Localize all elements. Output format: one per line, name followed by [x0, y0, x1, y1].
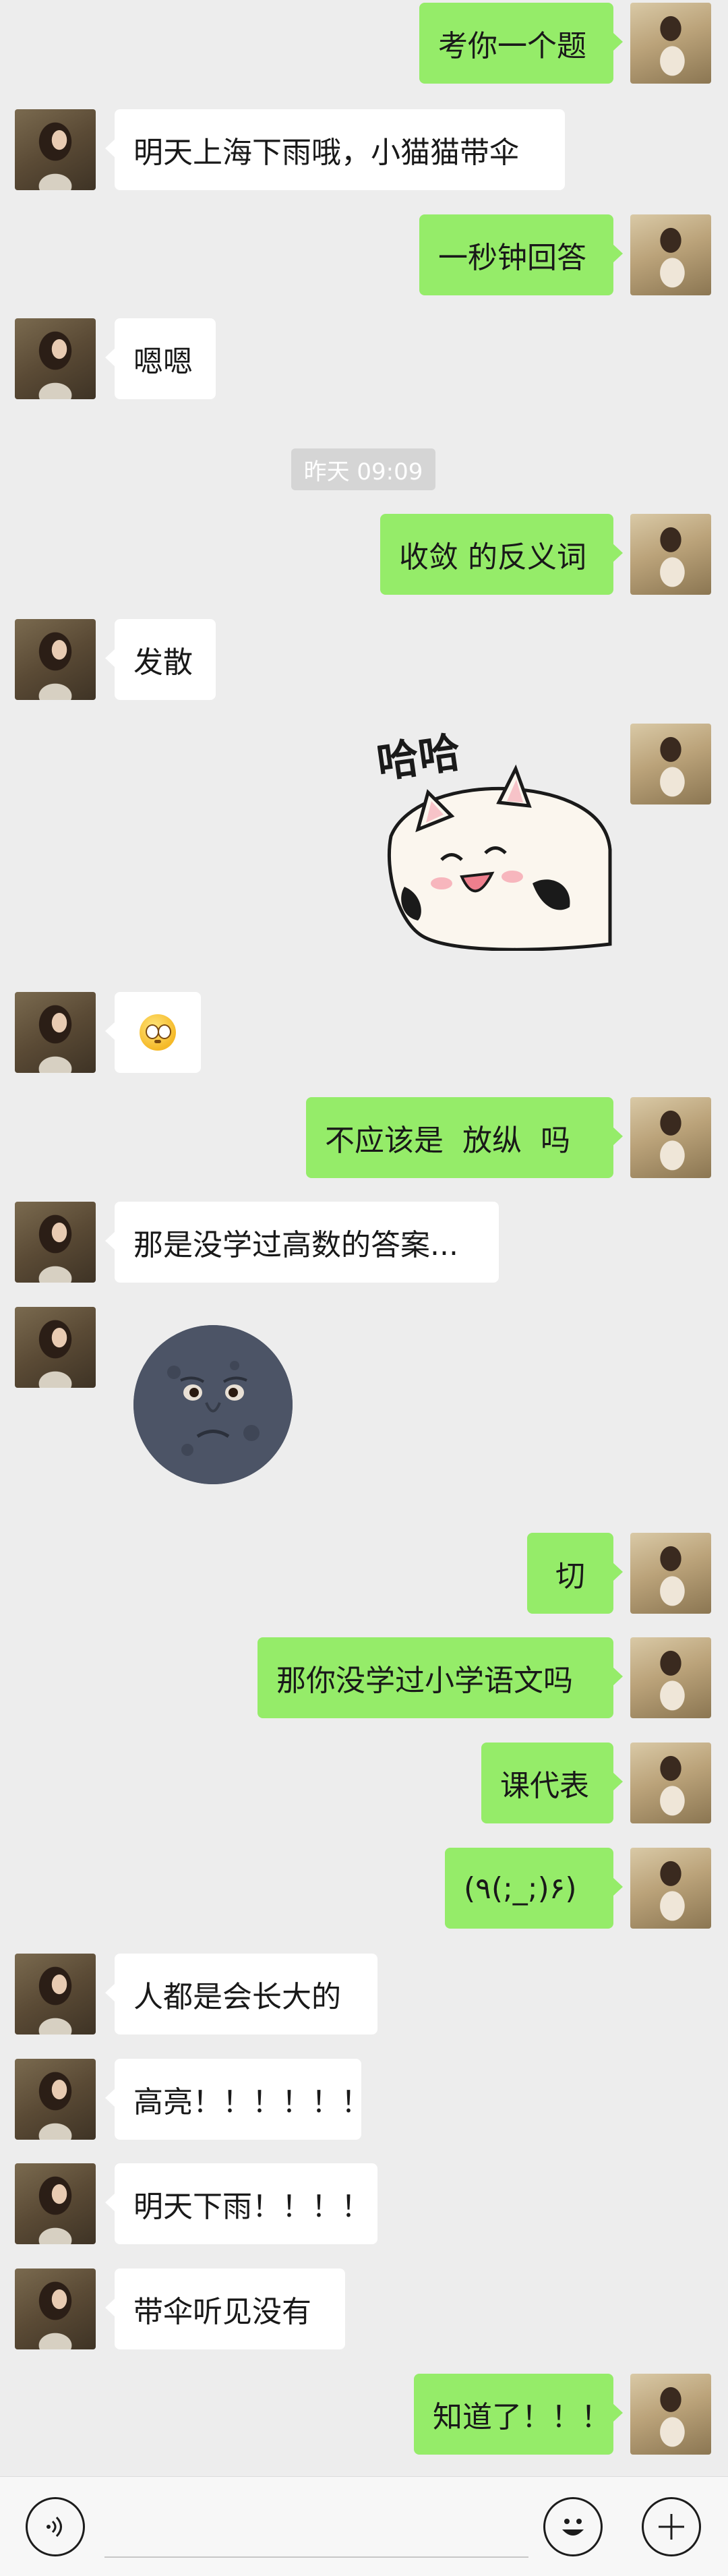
- message-bubble-outgoing[interactable]: 切: [527, 1533, 623, 1614]
- message-bubble-incoming[interactable]: 带伞听见没有: [105, 2268, 345, 2349]
- emoji-button[interactable]: [543, 2497, 603, 2556]
- message-input[interactable]: [104, 2497, 528, 2558]
- contact-avatar[interactable]: [15, 109, 96, 190]
- message-bubble-incoming[interactable]: 嗯嗯: [105, 318, 216, 399]
- my-avatar[interactable]: [630, 514, 711, 595]
- my-avatar[interactable]: [630, 1637, 711, 1718]
- my-avatar[interactable]: [630, 3, 711, 84]
- voice-button[interactable]: [26, 2497, 85, 2556]
- emoji-icon: [562, 2519, 584, 2536]
- contact-avatar[interactable]: [15, 619, 96, 700]
- my-avatar[interactable]: [630, 2374, 711, 2455]
- message-bubble-incoming[interactable]: 高亮！！！！！！: [105, 2059, 371, 2140]
- my-avatar[interactable]: [630, 1533, 711, 1614]
- message-bubble-incoming[interactable]: 明天下雨！！！！: [105, 2163, 377, 2244]
- chat-area[interactable]: 考你一个题 明天上海下雨哦，小猫猫带伞 一秒钟回答 嗯嗯 昨天 09:09 收敛…: [0, 0, 728, 2476]
- contact-avatar[interactable]: [15, 2163, 96, 2244]
- message-bubble-outgoing[interactable]: 那你没学过小学语文吗: [257, 1637, 623, 1718]
- my-avatar[interactable]: [630, 1097, 711, 1178]
- message-bubble-incoming[interactable]: 那是没学过高数的答案...: [105, 1202, 499, 1283]
- contact-avatar[interactable]: [15, 1307, 96, 1388]
- message-bubble-incoming[interactable]: 明天上海下雨哦，小猫猫带伞: [105, 109, 565, 190]
- voice-icon: [47, 2516, 62, 2538]
- message-bubble-outgoing[interactable]: 课代表: [481, 1743, 623, 1823]
- contact-avatar[interactable]: [15, 2268, 96, 2349]
- sticker-text: 哈哈: [377, 728, 464, 788]
- new-moon-face-sticker[interactable]: [133, 1325, 293, 1484]
- plus-icon: [659, 2514, 684, 2540]
- my-avatar[interactable]: [630, 1848, 711, 1929]
- message-bubble-outgoing[interactable]: 考你一个题: [419, 3, 623, 84]
- message-bubble-outgoing[interactable]: 不应该是 放纵 吗: [306, 1097, 623, 1178]
- contact-avatar[interactable]: [15, 318, 96, 399]
- message-bubble-outgoing[interactable]: 知道了！！！: [414, 2374, 623, 2455]
- flushed-face-emoji: [140, 1014, 176, 1051]
- message-bubble-outgoing[interactable]: (٩(;_;)۶): [445, 1848, 623, 1929]
- my-avatar[interactable]: [630, 214, 711, 295]
- contact-avatar[interactable]: [15, 992, 96, 1073]
- my-avatar[interactable]: [630, 1743, 711, 1823]
- message-bubble-incoming[interactable]: 发散: [105, 619, 216, 700]
- my-avatar[interactable]: [630, 724, 711, 804]
- message-bubble-incoming[interactable]: 人都是会长大的: [105, 1954, 377, 2035]
- contact-avatar[interactable]: [15, 1202, 96, 1283]
- timestamp-label: 昨天 09:09: [291, 448, 435, 490]
- cat-laughing-sticker[interactable]: 哈哈: [377, 722, 613, 951]
- message-bubble-outgoing[interactable]: 一秒钟回答: [419, 214, 623, 295]
- input-bar: [0, 2476, 728, 2576]
- plus-button[interactable]: [642, 2497, 701, 2556]
- message-bubble-outgoing[interactable]: 收敛 的反义词: [380, 514, 623, 595]
- contact-avatar[interactable]: [15, 2059, 96, 2140]
- message-bubble-incoming[interactable]: [105, 992, 201, 1073]
- contact-avatar[interactable]: [15, 1954, 96, 2035]
